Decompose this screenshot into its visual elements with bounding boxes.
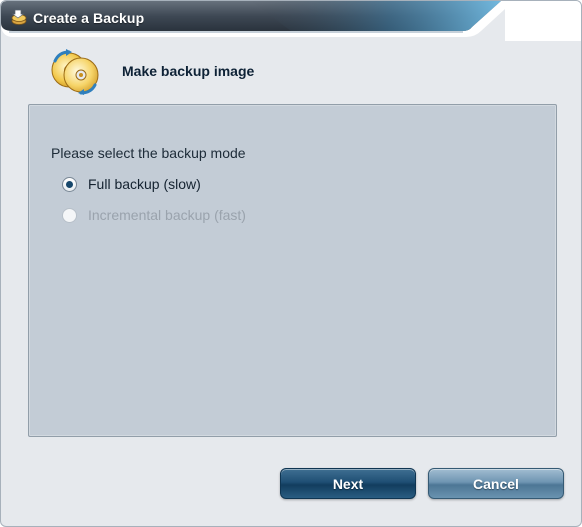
title-bar[interactable]: Create a Backup: [1, 1, 581, 41]
backup-dialog: Create a Backup Make backup image Please…: [0, 0, 582, 527]
page-title: Make backup image: [122, 63, 255, 79]
incremental-backup-radio-option: Incremental backup (fast): [62, 205, 246, 225]
backup-mode-prompt: Please select the backup mode: [51, 145, 246, 161]
full-backup-radio[interactable]: [62, 176, 77, 192]
cancel-button[interactable]: Cancel: [428, 468, 564, 499]
incremental-backup-label: Incremental backup (fast): [88, 207, 246, 223]
next-button[interactable]: Next: [280, 468, 416, 499]
full-backup-radio-option[interactable]: Full backup (slow): [62, 174, 201, 194]
backup-mode-panel: Please select the backup mode Full backu…: [28, 104, 557, 437]
full-backup-label[interactable]: Full backup (slow): [88, 176, 201, 192]
incremental-backup-radio: [62, 207, 77, 223]
window-title: Create a Backup: [33, 10, 145, 26]
backup-icon: [10, 8, 28, 26]
backup-discs-icon: [49, 49, 101, 95]
